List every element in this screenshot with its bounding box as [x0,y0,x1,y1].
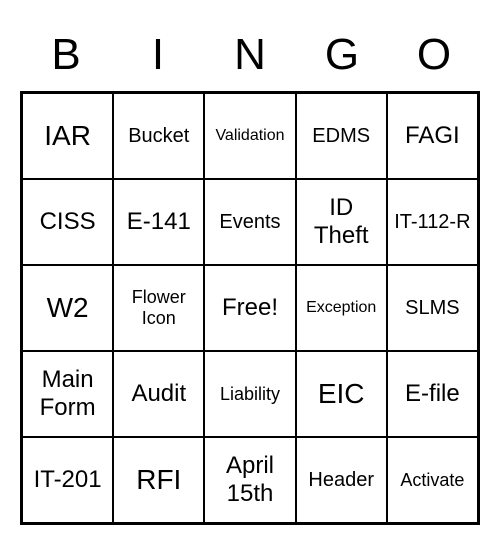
bingo-grid: IAR Bucket Validation EDMS FAGI CISS E-1… [20,91,480,525]
bingo-cell[interactable]: EIC [296,351,387,437]
bingo-cell[interactable]: W2 [22,265,113,351]
bingo-cell[interactable]: Validation [204,93,295,179]
bingo-cell[interactable]: Audit [113,351,204,437]
header-letter-i: I [112,19,204,91]
bingo-cell[interactable]: IT-201 [22,437,113,523]
bingo-cell[interactable]: E-file [387,351,478,437]
bingo-cell[interactable]: Liability [204,351,295,437]
bingo-cell[interactable]: IT-112-R [387,179,478,265]
header-letter-n: N [204,19,296,91]
bingo-cell[interactable]: RFI [113,437,204,523]
bingo-cell[interactable]: Header [296,437,387,523]
bingo-cell-free[interactable]: Free! [204,265,295,351]
bingo-cell[interactable]: Activate [387,437,478,523]
bingo-cell[interactable]: Exception [296,265,387,351]
bingo-cell[interactable]: Main Form [22,351,113,437]
bingo-cell[interactable]: Bucket [113,93,204,179]
bingo-cell[interactable]: April 15th [204,437,295,523]
bingo-cell[interactable]: E-141 [113,179,204,265]
bingo-cell[interactable]: ID Theft [296,179,387,265]
header-letter-o: O [388,19,480,91]
bingo-cell[interactable]: SLMS [387,265,478,351]
bingo-cell[interactable]: Events [204,179,295,265]
bingo-header-row: B I N G O [20,19,480,91]
bingo-card: B I N G O IAR Bucket Validation EDMS FAG… [20,19,480,525]
bingo-cell[interactable]: EDMS [296,93,387,179]
bingo-cell[interactable]: FAGI [387,93,478,179]
bingo-cell[interactable]: Flower Icon [113,265,204,351]
header-letter-b: B [20,19,112,91]
bingo-cell[interactable]: CISS [22,179,113,265]
bingo-cell[interactable]: IAR [22,93,113,179]
header-letter-g: G [296,19,388,91]
